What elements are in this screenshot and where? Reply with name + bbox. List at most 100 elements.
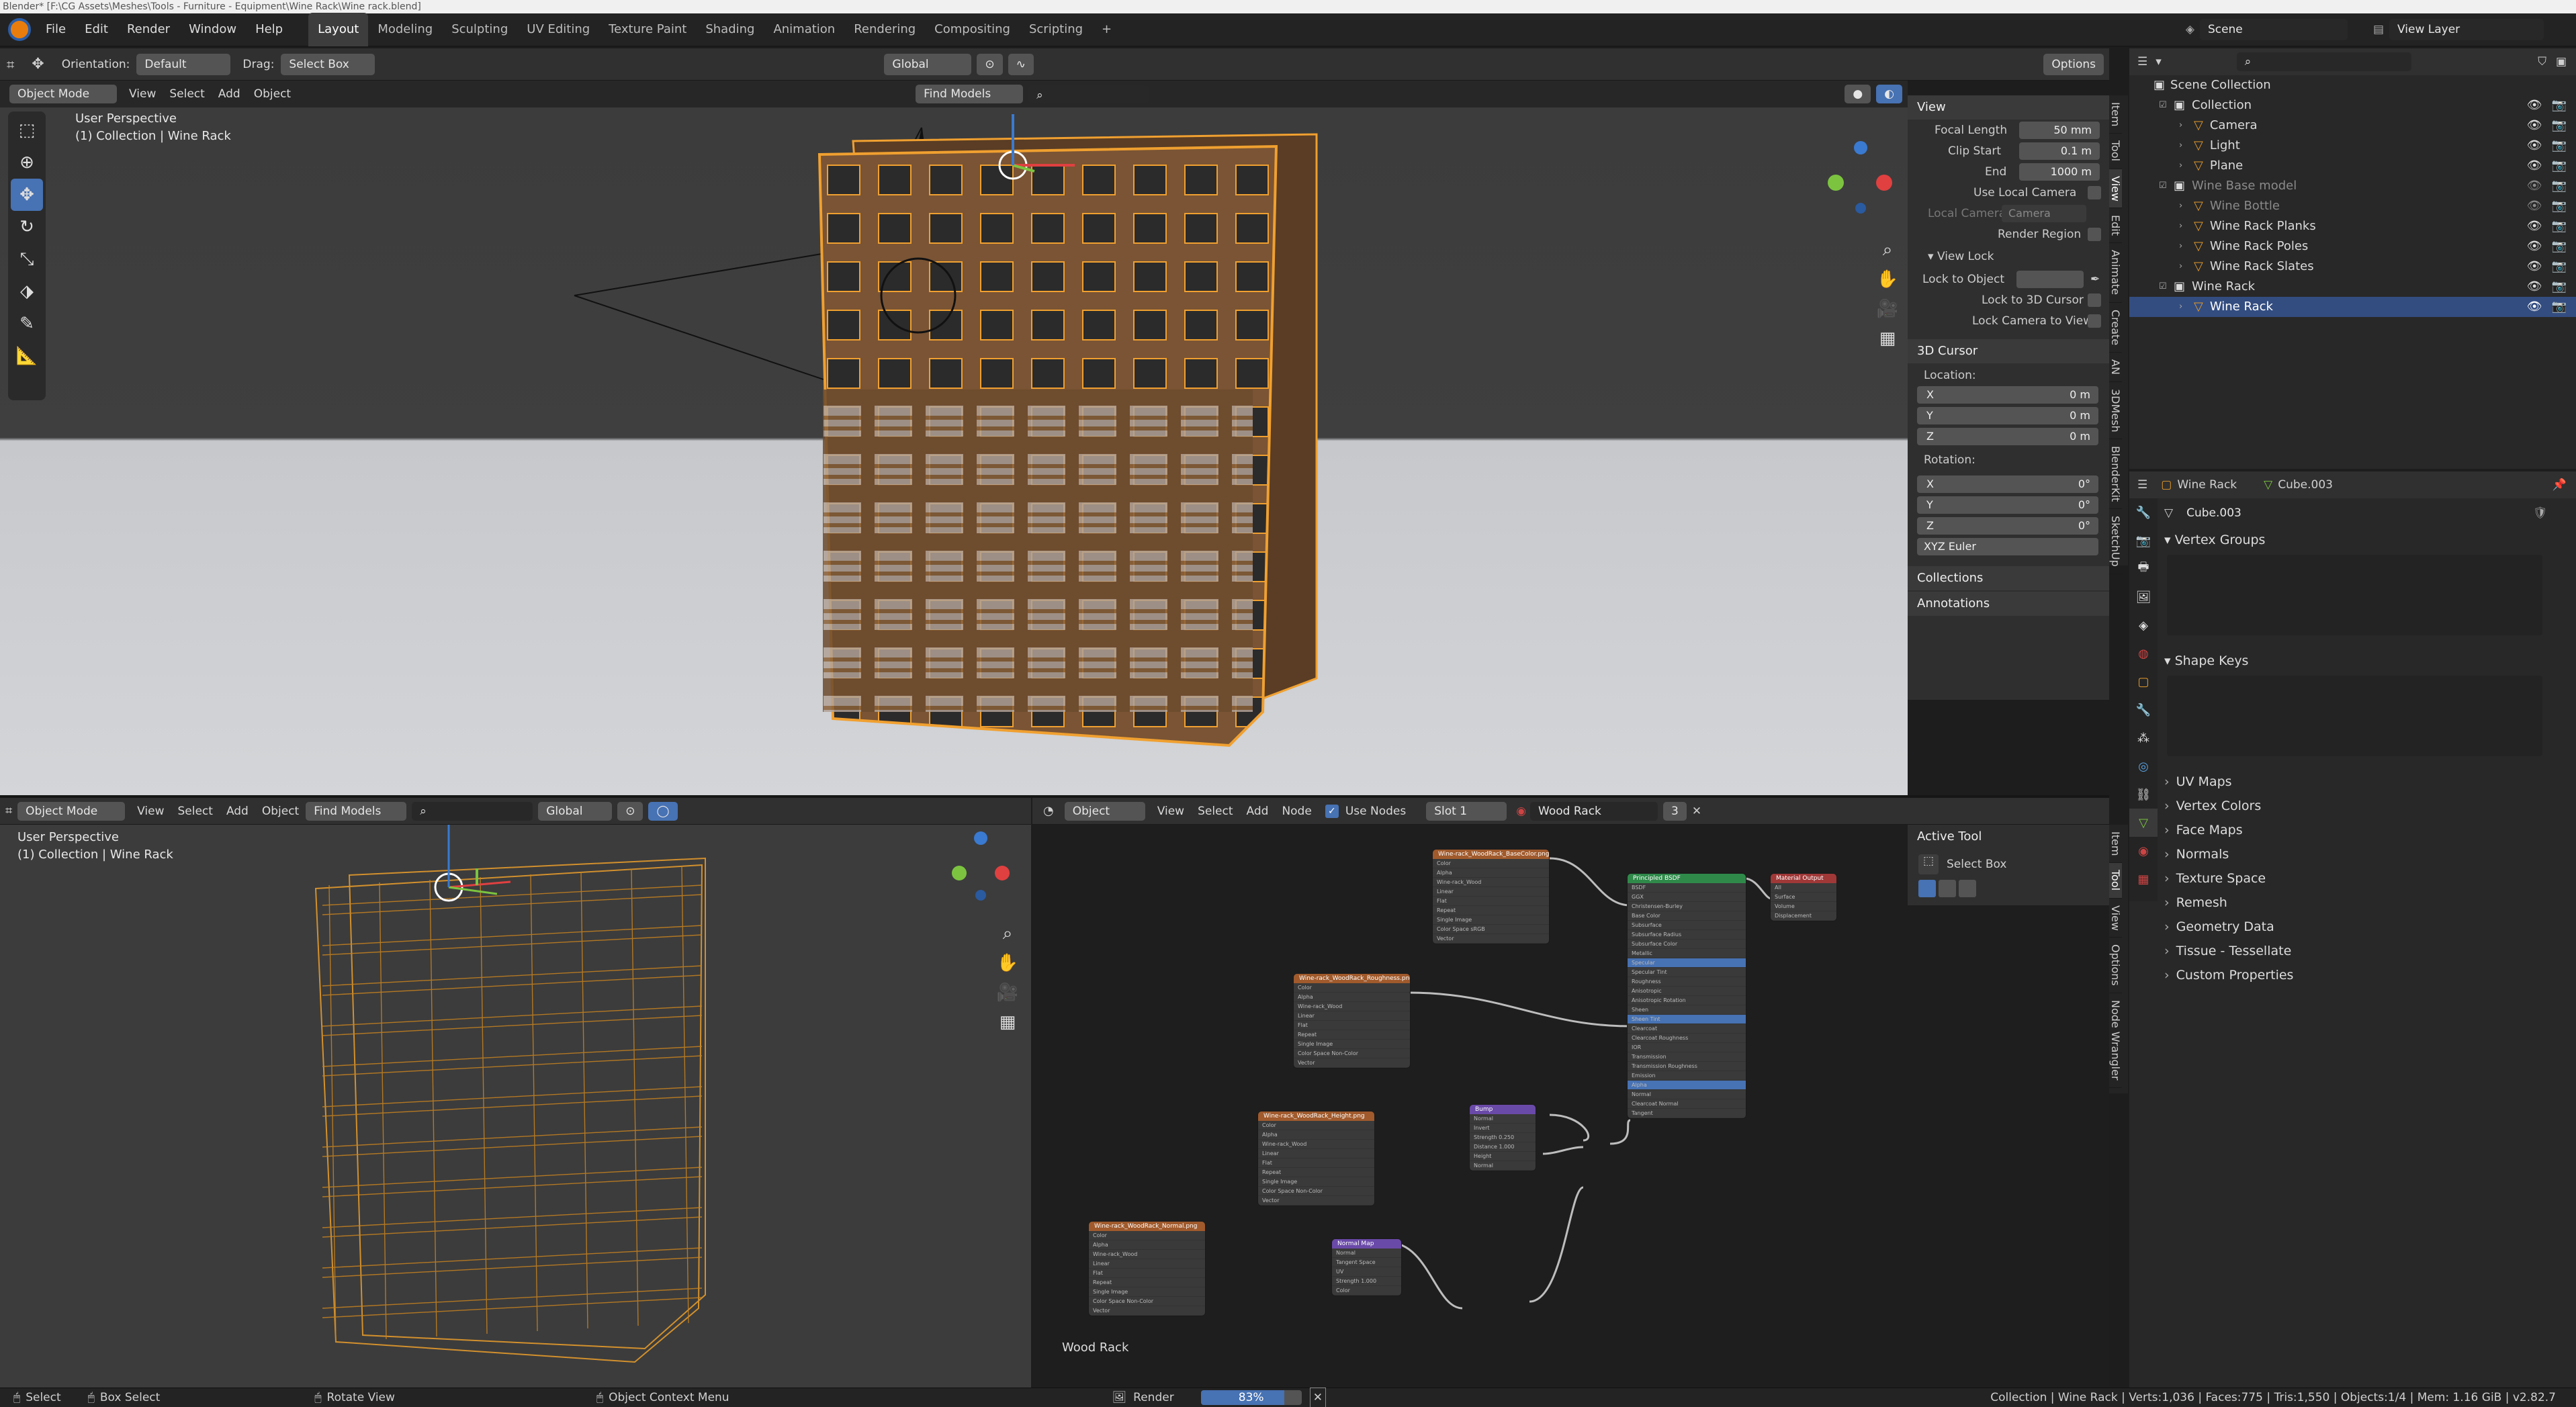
euler-dropdown[interactable]: XYZ Euler (1917, 537, 2098, 555)
collection-checkbox-icon[interactable]: ☑ (2159, 95, 2174, 116)
node-socket-row[interactable]: Wine-rack_Wood (1089, 1250, 1205, 1259)
node-socket-row[interactable]: Linear (1089, 1259, 1205, 1269)
wireframe-shading-icon[interactable]: ◯ (648, 801, 678, 821)
pan-hand-icon[interactable]: ✋ (994, 948, 1021, 978)
expand-arrow-icon[interactable]: › (2179, 216, 2194, 236)
render-camera-icon[interactable]: 📷 (2552, 277, 2567, 297)
use-nodes-checkbox[interactable]: ✓ (1325, 804, 1339, 818)
node-socket-row[interactable]: Flat (1258, 1159, 1374, 1168)
node-socket-row[interactable]: Single Image (1089, 1287, 1205, 1297)
menu-window[interactable]: Window (179, 13, 246, 46)
editor-type-icon[interactable]: ☰ (2137, 478, 2147, 492)
outliner-row[interactable]: ☑ ▣ Wine Rack 👁 📷 (2129, 277, 2576, 297)
node-socket-row[interactable]: Repeat (1258, 1168, 1374, 1177)
menu-select[interactable]: Select (171, 798, 219, 825)
node-socket-row[interactable]: Surface (1771, 893, 1836, 902)
render-region-checkbox[interactable] (2088, 227, 2101, 241)
node-tex-rough[interactable]: Wine-rack_WoodRack_Roughness.png Color Alp… (1293, 973, 1411, 1069)
property-group-remesh[interactable]: › Remesh (2158, 891, 2576, 915)
sidebar-tab-edit[interactable]: Edit (2109, 208, 2122, 244)
use-local-camera-checkbox[interactable] (2088, 185, 2101, 199)
node-tex-normal[interactable]: Wine-rack_WoodRack_Normal.png Color Alpha W… (1088, 1221, 1206, 1316)
active-tool-header[interactable]: Active Tool (1908, 825, 2109, 849)
node-socket-row[interactable]: Normal (1628, 1090, 1746, 1099)
physics-tab-icon[interactable]: ◎ (2129, 752, 2158, 780)
workspace-tab-shading[interactable]: Shading (696, 13, 764, 46)
pan-hand-icon[interactable]: ✋ (1874, 265, 1901, 294)
scene-selector[interactable]: ◈ Scene (2186, 19, 2353, 40)
render-camera-icon[interactable]: 📷 (2552, 196, 2567, 216)
node-socket-row[interactable]: IOR (1628, 1043, 1746, 1052)
display-mode-icon[interactable]: ▾ (2156, 55, 2162, 69)
sidebar-tab-tool[interactable]: Tool (2109, 863, 2122, 899)
clip-start-field[interactable]: 0.1 m (2019, 142, 2100, 160)
sidebar-tab-item[interactable]: Item (2109, 825, 2122, 864)
node-socket-row[interactable]: Color (1258, 1121, 1374, 1130)
menu-select[interactable]: Select (163, 81, 211, 107)
node-socket-row[interactable]: Vector (1089, 1306, 1205, 1316)
visibility-eye-icon[interactable]: 👁 (2527, 116, 2542, 136)
node-socket-row[interactable]: BSDF (1628, 883, 1746, 893)
menu-add[interactable]: Add (212, 81, 247, 107)
node-socket-row[interactable]: Normal (1332, 1249, 1401, 1258)
node-socket-row[interactable]: Volume (1771, 902, 1836, 911)
node-socket-row[interactable]: Color Space Non-Color (1294, 1049, 1410, 1058)
vertex-groups-header[interactable]: ▾ Vertex Groups (2158, 528, 2576, 552)
node-socket-row[interactable]: Wine-rack_Wood (1258, 1140, 1374, 1149)
menu-view[interactable]: View (130, 798, 171, 825)
outliner-row[interactable]: › ▽ Plane 👁 📷 (2129, 156, 2576, 176)
node-socket-row[interactable]: Color (1332, 1286, 1401, 1296)
vertex-groups-list[interactable] (2167, 555, 2542, 635)
node-socket-row[interactable]: Clearcoat Roughness (1628, 1034, 1746, 1043)
scene-collection-row[interactable]: ▣ Scene Collection (2129, 75, 2576, 95)
scene-tab-icon[interactable]: ◈ (2129, 611, 2158, 639)
annotations-panel-header[interactable]: Annotations (1908, 592, 2109, 616)
workspace-tab-sculpting[interactable]: Sculpting (442, 13, 517, 46)
zoom-icon[interactable]: ⌕ (1874, 235, 1901, 265)
menu-edit[interactable]: Edit (75, 13, 118, 46)
view-panel-header[interactable]: View (1908, 95, 2109, 120)
node-socket-row[interactable]: Strength 1.000 (1332, 1277, 1401, 1286)
sidebar-tab-options[interactable]: Options (2109, 938, 2122, 994)
find-models-dropdown[interactable]: Find Models (306, 801, 407, 821)
outliner-row[interactable]: › ▽ Wine Rack Poles 👁 📷 (2129, 236, 2576, 257)
node-socket-row[interactable]: Vector (1294, 1058, 1410, 1068)
material-name-field[interactable]: Wood Rack (1530, 801, 1658, 821)
texture-tab-icon[interactable]: ▦ (2129, 865, 2158, 893)
expand-arrow-icon[interactable]: › (2179, 116, 2194, 136)
shape-keys-list[interactable] (2167, 676, 2542, 756)
node-socket-row[interactable]: Alpha (1628, 1081, 1746, 1090)
cursor-loc-z-field[interactable]: Z 0 m (1917, 427, 2098, 445)
render-camera-icon[interactable]: 📷 (2552, 216, 2567, 236)
viewport-bottom-canvas[interactable]: User Perspective (1) Collection | Wine R… (0, 825, 1031, 1388)
node-socket-row[interactable]: Linear (1258, 1149, 1374, 1159)
cancel-render-icon[interactable]: ✕ (1309, 1387, 1326, 1407)
sidebar-tab-animate[interactable]: Animate (2109, 243, 2122, 303)
outliner-row[interactable]: › ▽ Wine Rack 👁 📷 (2129, 297, 2576, 317)
node-socket-row[interactable]: Color Space Non-Color (1258, 1187, 1374, 1196)
node-socket-row[interactable]: Transmission Roughness (1628, 1062, 1746, 1071)
workspace-tab-texture-paint[interactable]: Texture Paint (599, 13, 696, 46)
menu-object[interactable]: Object (255, 798, 306, 825)
render-camera-icon[interactable]: 📷 (2552, 236, 2567, 257)
render-camera-icon[interactable]: 📷 (2552, 136, 2567, 156)
proportional-icon[interactable]: ∿ (1008, 53, 1034, 75)
workspace-tab-animation[interactable]: Animation (764, 13, 844, 46)
eyedropper-icon[interactable]: ✒ (2090, 273, 2100, 286)
slot-dropdown[interactable]: Slot 1 (1426, 801, 1507, 821)
cursor-rot-y-field[interactable]: Y 0° (1917, 496, 2098, 514)
mesh-data-name-field[interactable]: Cube.003 (2178, 503, 2528, 523)
menu-view[interactable]: View (122, 81, 163, 107)
node-socket-row[interactable]: Wine-rack_Wood (1294, 1002, 1410, 1011)
node-socket-row[interactable]: Subsurface Radius (1628, 930, 1746, 940)
select-subtract-icon[interactable] (1959, 880, 1976, 897)
node-socket-row[interactable]: Flat (1294, 1021, 1410, 1030)
outliner-row[interactable]: ☑ ▣ Wine Base model 👁 📷 (2129, 176, 2576, 196)
visibility-eye-icon[interactable]: 👁 (2527, 277, 2542, 297)
camera-view-icon[interactable]: 🎥 (1874, 294, 1901, 324)
expand-arrow-icon[interactable]: › (2179, 156, 2194, 176)
modifier-tab-icon[interactable]: 🔧 (2129, 696, 2158, 724)
node-socket-row[interactable]: Single Image (1294, 1040, 1410, 1049)
node-socket-row[interactable]: Normal (1470, 1161, 1536, 1171)
node-socket-row[interactable]: Color (1294, 983, 1410, 993)
